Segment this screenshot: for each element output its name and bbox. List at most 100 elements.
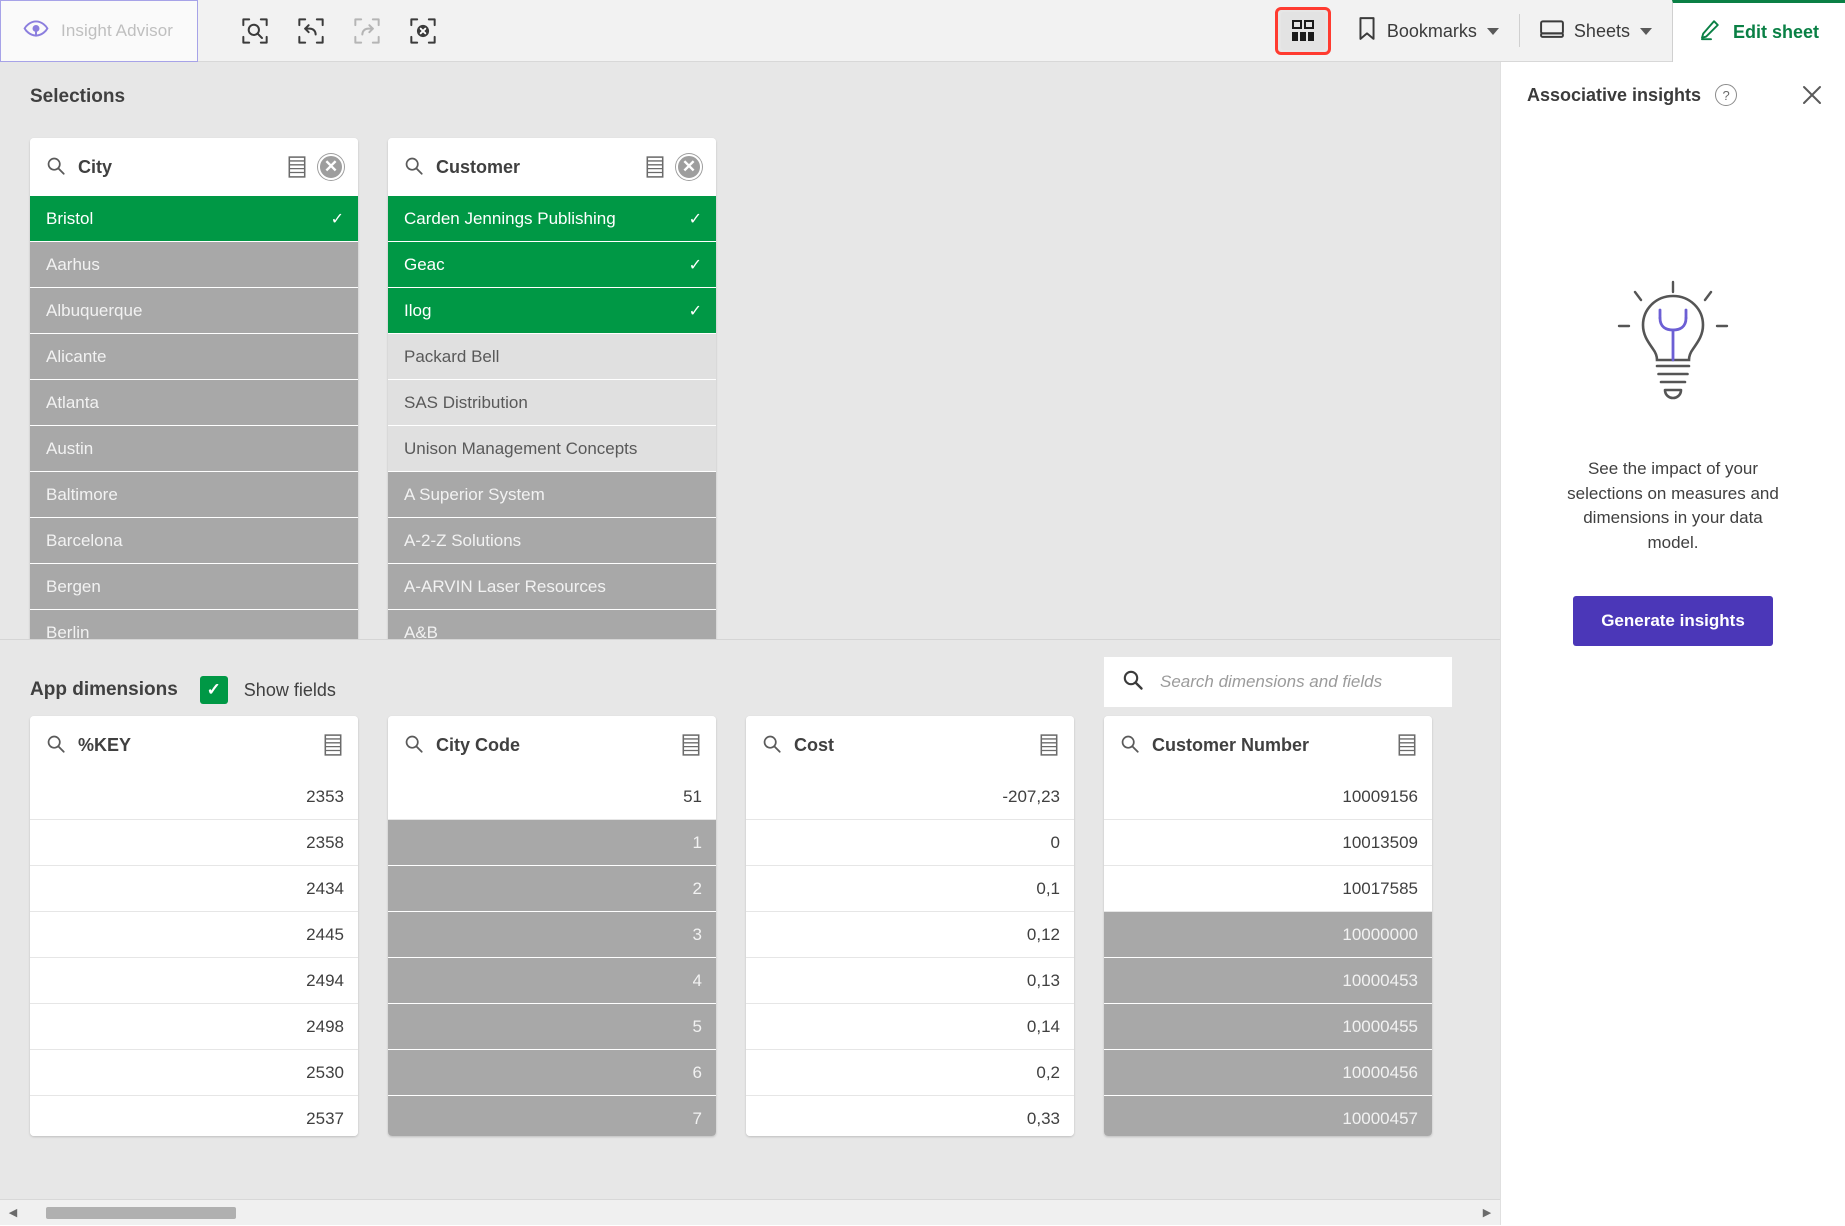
generate-insights-button[interactable]: Generate insights — [1573, 595, 1773, 646]
list-item[interactable]: Bristol ✓ — [30, 196, 358, 242]
list-item[interactable]: 2530 — [30, 1050, 358, 1096]
dimension-rows: -207,2300,10,120,130,140,20,330,49 — [746, 774, 1074, 1136]
check-icon: ✓ — [688, 302, 702, 320]
list-item[interactable]: SAS Distribution — [388, 380, 716, 426]
show-fields-checkbox[interactable]: ✓ — [199, 676, 228, 704]
search-input[interactable] — [1158, 671, 1452, 693]
horizontal-scrollbar[interactable]: ◀ ▶ — [0, 1199, 1500, 1225]
list-item[interactable]: 0,13 — [746, 958, 1074, 1004]
search-icon[interactable] — [46, 156, 68, 178]
list-item[interactable]: A Superior System — [388, 472, 716, 518]
list-item[interactable]: -207,23 — [746, 774, 1074, 820]
list-item[interactable]: Atlanta — [30, 380, 358, 426]
list-item[interactable]: 10013509 — [1104, 820, 1432, 866]
clear-selection-icon[interactable]: ✕ — [318, 154, 344, 180]
list-item[interactable]: 10009156 — [1104, 774, 1432, 820]
list-item[interactable]: Austin — [30, 426, 358, 472]
list-item[interactable]: Unison Management Concepts — [388, 426, 716, 472]
check-icon: ✓ — [688, 210, 702, 228]
list-item[interactable]: 10017585 — [1104, 866, 1432, 912]
clear-selection-icon[interactable]: ✕ — [676, 154, 702, 180]
list-item[interactable]: Berlin — [30, 610, 358, 639]
list-item[interactable]: Albuquerque — [30, 288, 358, 334]
listbox-menu-icon[interactable] — [286, 156, 308, 178]
dimension-rows: 5112345678 — [388, 774, 716, 1136]
scroll-right-arrow[interactable]: ▶ — [1474, 1200, 1500, 1226]
list-item[interactable]: 0,33 — [746, 1096, 1074, 1136]
search-icon[interactable] — [46, 734, 68, 756]
sheets-menu[interactable]: Sheets — [1520, 0, 1672, 62]
list-item[interactable]: 4 — [388, 958, 716, 1004]
listbox-menu-icon[interactable] — [322, 734, 344, 756]
dimension-header: Customer Number — [1104, 716, 1432, 774]
search-icon[interactable] — [762, 734, 784, 756]
check-icon: ✓ — [330, 210, 344, 228]
list-item[interactable]: 2434 — [30, 866, 358, 912]
insight-advisor-button[interactable]: Insight Advisor — [0, 0, 198, 62]
listbox-menu-icon[interactable] — [680, 734, 702, 756]
list-item[interactable]: 5 — [388, 1004, 716, 1050]
list-item-label: A-2-Z Solutions — [404, 530, 522, 550]
scroll-left-arrow[interactable]: ◀ — [0, 1200, 26, 1226]
list-item[interactable]: Ilog ✓ — [388, 288, 716, 334]
search-dimensions-field[interactable] — [1104, 657, 1452, 707]
listbox-menu-icon[interactable] — [1038, 734, 1060, 756]
list-item[interactable]: 10000457 — [1104, 1096, 1432, 1136]
list-item[interactable]: 0,12 — [746, 912, 1074, 958]
dimension-header: %KEY — [30, 716, 358, 774]
objects-button[interactable] — [1274, 6, 1331, 55]
list-item[interactable]: 10000000 — [1104, 912, 1432, 958]
list-item-label: 10000457 — [1342, 1108, 1418, 1128]
step-back-icon[interactable] — [294, 14, 328, 48]
list-item[interactable]: 2358 — [30, 820, 358, 866]
listbox-menu-icon[interactable] — [1396, 734, 1418, 756]
list-item[interactable]: Alicante — [30, 334, 358, 380]
list-item[interactable]: 10000453 — [1104, 958, 1432, 1004]
close-icon[interactable] — [1799, 82, 1825, 108]
list-item-label: SAS Distribution — [404, 392, 528, 412]
list-item[interactable]: Barcelona — [30, 518, 358, 564]
list-item[interactable]: 2353 — [30, 774, 358, 820]
search-icon[interactable] — [404, 156, 426, 178]
list-item[interactable]: 2494 — [30, 958, 358, 1004]
list-item-label: 10017585 — [1342, 878, 1418, 898]
help-icon[interactable]: ? — [1715, 84, 1738, 106]
list-item[interactable]: 0,14 — [746, 1004, 1074, 1050]
list-item[interactable]: 51 — [388, 774, 716, 820]
list-item[interactable]: A-ARVIN Laser Resources — [388, 564, 716, 610]
list-item[interactable]: 3 — [388, 912, 716, 958]
list-item[interactable]: 2537 — [30, 1096, 358, 1136]
list-item[interactable]: 7 — [388, 1096, 716, 1136]
list-item[interactable]: 2498 — [30, 1004, 358, 1050]
list-item[interactable]: 6 — [388, 1050, 716, 1096]
bookmarks-menu[interactable]: Bookmarks — [1337, 0, 1519, 62]
scrollbar-track[interactable] — [26, 1200, 1474, 1226]
list-item[interactable]: Carden Jennings Publishing ✓ — [388, 196, 716, 242]
dimension-column-city-code: City Code5112345678 — [388, 716, 716, 1136]
selections-section: Selections City ✕ Bristol ✓ Aarhus Albuquerqu… — [0, 62, 1500, 640]
listbox-customer: Customer ✕ Carden Jennings Publishing ✓ Geac… — [388, 138, 716, 639]
list-item[interactable]: 0,2 — [746, 1050, 1074, 1096]
clear-selections-icon[interactable] — [406, 14, 440, 48]
list-item[interactable]: Baltimore — [30, 472, 358, 518]
list-item[interactable]: 10000456 — [1104, 1050, 1432, 1096]
list-item[interactable]: 10000455 — [1104, 1004, 1432, 1050]
list-item[interactable]: Packard Bell — [388, 334, 716, 380]
list-item[interactable]: A&B — [388, 610, 716, 639]
list-item[interactable]: Geac ✓ — [388, 242, 716, 288]
list-item[interactable]: Bergen — [30, 564, 358, 610]
list-item[interactable]: 0,1 — [746, 866, 1074, 912]
listbox-menu-icon[interactable] — [644, 156, 666, 178]
list-item[interactable]: Aarhus — [30, 242, 358, 288]
smart-search-icon[interactable] — [238, 14, 272, 48]
edit-sheet-button[interactable]: Edit sheet — [1671, 0, 1845, 62]
scrollbar-thumb[interactable] — [46, 1206, 236, 1219]
list-item[interactable]: 2 — [388, 866, 716, 912]
list-item[interactable]: 0 — [746, 820, 1074, 866]
listbox-rows: Bristol ✓ Aarhus Albuquerque Alicante Atlanta… — [30, 196, 358, 639]
search-icon[interactable] — [1120, 734, 1142, 756]
list-item[interactable]: A-2-Z Solutions — [388, 518, 716, 564]
list-item[interactable]: 2445 — [30, 912, 358, 958]
list-item[interactable]: 1 — [388, 820, 716, 866]
search-icon[interactable] — [404, 734, 426, 756]
